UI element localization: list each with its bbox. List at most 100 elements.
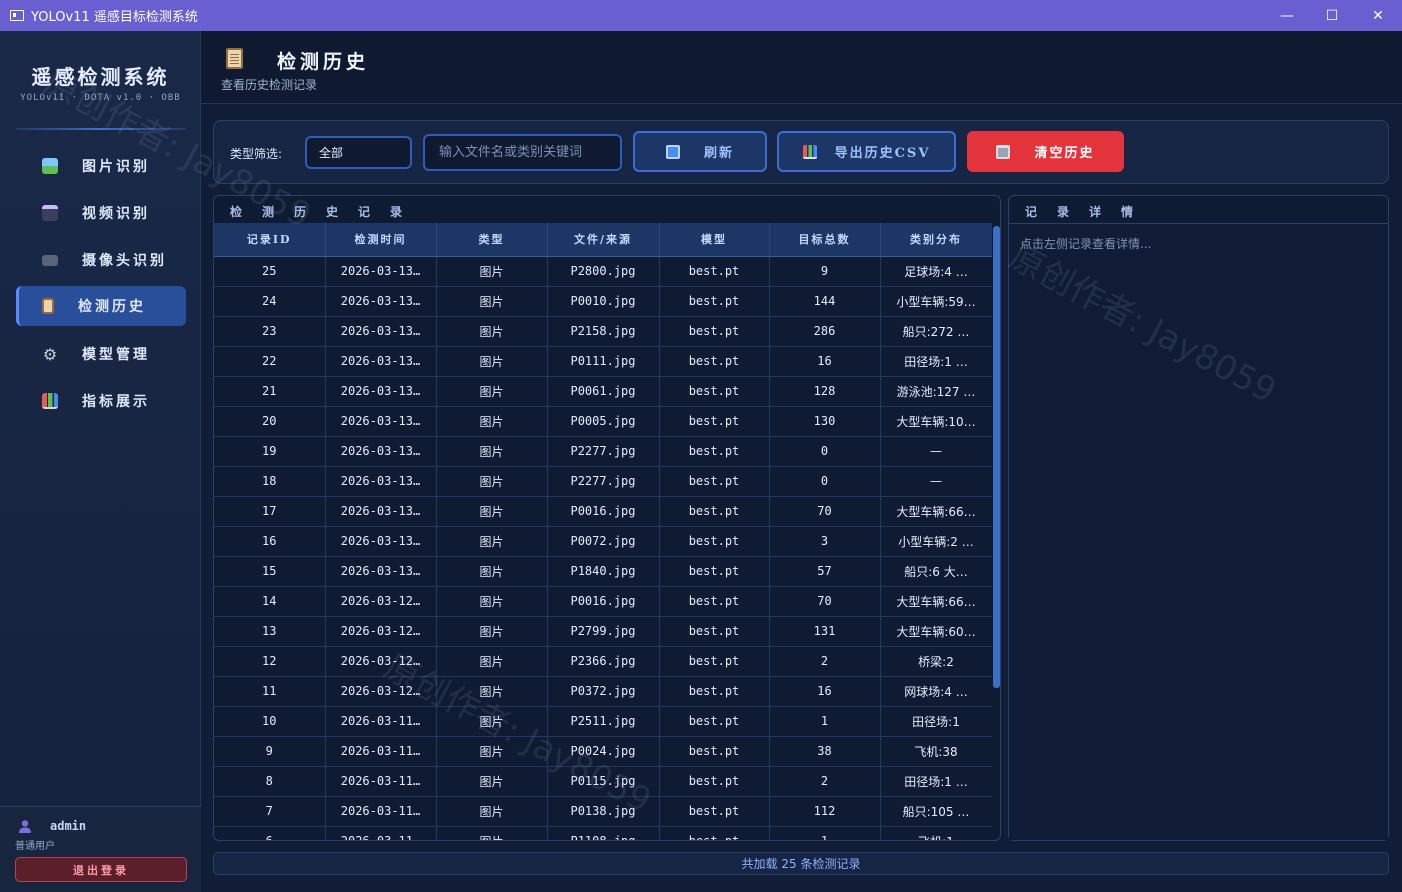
sidebar-item-metrics[interactable]: 指标展示 bbox=[16, 381, 186, 421]
column-header-total[interactable]: 目标总数 bbox=[769, 223, 881, 257]
table-row[interactable]: 15 2026-03-13… 图片 P1840.jpg best.pt 57 船只:6 大… bbox=[214, 556, 992, 587]
table-cell: best.pt bbox=[659, 796, 770, 827]
table-cell: 22 bbox=[214, 346, 326, 377]
maximize-button[interactable]: ☐ bbox=[1309, 0, 1355, 31]
brand-title: 遥感检测系统 bbox=[31, 65, 170, 89]
table-cell: 飞机:1 bbox=[880, 826, 992, 840]
table-row[interactable]: 24 2026-03-13… 图片 P0010.jpg best.pt 144 小型车辆:5… bbox=[214, 286, 992, 317]
image-icon bbox=[42, 158, 58, 174]
table-cell: P1840.jpg bbox=[547, 556, 660, 587]
table-cell: P2158.jpg bbox=[547, 316, 660, 347]
table-row[interactable]: 10 2026-03-11… 图片 P2511.jpg best.pt 1 田径场:1 bbox=[214, 706, 992, 737]
table-cell: 图片 bbox=[436, 676, 548, 707]
close-button[interactable]: ✕ bbox=[1355, 0, 1401, 31]
type-filter-select[interactable]: 全部 bbox=[305, 136, 412, 169]
table-row[interactable]: 7 2026-03-11… 图片 P0138.jpg best.pt 112 船只:105 … bbox=[214, 796, 992, 827]
column-header-model[interactable]: 模型 bbox=[659, 223, 770, 257]
table-row[interactable]: 20 2026-03-13… 图片 P0005.jpg best.pt 130 大型车辆:1… bbox=[214, 406, 992, 437]
table-scrollbar[interactable] bbox=[993, 226, 1000, 688]
table-row[interactable]: 18 2026-03-13… 图片 P2277.jpg best.pt 0— bbox=[214, 466, 992, 497]
table-row[interactable]: 8 2026-03-11… 图片 P0115.jpg best.pt 2 田径场:1 … bbox=[214, 766, 992, 797]
column-header-source[interactable]: 文件/来源 bbox=[547, 223, 660, 257]
table-cell: 130 bbox=[769, 406, 881, 437]
export-csv-button[interactable]: 导出历史CSV bbox=[777, 131, 956, 172]
table-row[interactable]: 23 2026-03-13… 图片 P2158.jpg best.pt 286 船只:272… bbox=[214, 316, 992, 347]
table-row[interactable]: 17 2026-03-13… 图片 P0016.jpg best.pt 70 大型车辆:66… bbox=[214, 496, 992, 527]
table-row[interactable]: 25 2026-03-13… 图片 P2800.jpg best.pt 9 足球场:4 … bbox=[214, 256, 992, 287]
refresh-button[interactable]: 刷新 bbox=[633, 131, 767, 172]
table-row[interactable]: 62026-03-11…图片P1108.jpgbest.pt1飞机:1 bbox=[214, 826, 992, 840]
table-cell: best.pt bbox=[659, 316, 770, 347]
table-row[interactable]: 16 2026-03-13… 图片 P0072.jpg best.pt 3 小型车辆:2 … bbox=[214, 526, 992, 557]
sidebar-item-camera-detect[interactable]: 摄像头识别 bbox=[16, 240, 186, 280]
sidebar-item-model-manage[interactable]: ⚙ 模型管理 bbox=[16, 334, 186, 374]
clear-history-button[interactable]: 清空历史 bbox=[967, 131, 1124, 172]
minimize-button[interactable]: — bbox=[1264, 0, 1310, 31]
table-cell: 70 bbox=[769, 586, 881, 617]
table-cell: best.pt bbox=[659, 706, 770, 737]
table-row[interactable]: 21 2026-03-13… 图片 P0061.jpg best.pt 128 游泳池:12… bbox=[214, 376, 992, 407]
table-cell: 2026-03-13… bbox=[325, 436, 437, 467]
table-row[interactable]: 11 2026-03-12… 图片 P0372.jpg best.pt 16 网球场:4 … bbox=[214, 676, 992, 707]
table-cell: 图片 bbox=[436, 766, 548, 797]
table-cell: 大型车辆:60… bbox=[880, 616, 992, 647]
sidebar: 遥感检测系统 YOLOv11 · DOTA v1.0 · OBB 图片识别 视频… bbox=[0, 31, 201, 892]
table-cell: 船只:6 大… bbox=[880, 556, 992, 587]
table-cell: 2026-03-13… bbox=[325, 256, 437, 287]
table-cell: 21 bbox=[214, 376, 326, 407]
table-row[interactable]: 9 2026-03-11… 图片 P0024.jpg best.pt 38 飞机:38 bbox=[214, 736, 992, 767]
table-cell: 大型车辆:66… bbox=[880, 496, 992, 527]
table-cell: P2799.jpg bbox=[547, 616, 660, 647]
page-header: 检测历史 查看历史检测记录 bbox=[201, 31, 1402, 104]
table-cell: 38 bbox=[769, 736, 881, 767]
clipboard-icon bbox=[226, 48, 243, 69]
table-cell: best.pt bbox=[659, 496, 770, 527]
table-cell: P2511.jpg bbox=[547, 706, 660, 737]
window-titlebar: YOLOv11 遥感目标检测系统 — ☐ ✕ bbox=[0, 0, 1402, 31]
table-cell: best.pt bbox=[659, 736, 770, 767]
table-cell: 286 bbox=[769, 316, 881, 347]
trash-icon bbox=[996, 144, 1011, 159]
table-cell: 10 bbox=[214, 706, 326, 737]
table-cell: P0005.jpg bbox=[547, 406, 660, 437]
table-cell: P2277.jpg bbox=[547, 466, 660, 497]
table-cell: best.pt bbox=[659, 826, 770, 840]
table-row[interactable]: 22 2026-03-13… 图片 P0111.jpg best.pt 16 田径场:1 … bbox=[214, 346, 992, 377]
table-cell: 2026-03-12… bbox=[325, 676, 437, 707]
history-table-scroll[interactable]: 记录ID 检测时间 类型 文件/来源 模型 目标总数 类别分布 25 2026-0… bbox=[214, 223, 992, 840]
type-filter-label: 类型筛选: bbox=[230, 147, 283, 161]
sidebar-item-history[interactable]: 检测历史 bbox=[16, 286, 186, 326]
table-cell: 9 bbox=[769, 256, 881, 287]
column-header-type[interactable]: 类型 bbox=[436, 223, 548, 257]
status-bar: 共加载 25 条检测记录 bbox=[213, 852, 1389, 875]
table-cell: 图片 bbox=[436, 526, 548, 557]
table-row[interactable]: 13 2026-03-12… 图片 P2799.jpg best.pt 131 大型车辆:6… bbox=[214, 616, 992, 647]
table-cell: 网球场:4 … bbox=[880, 676, 992, 707]
table-cell: 2026-03-13… bbox=[325, 526, 437, 557]
table-cell: 0 bbox=[769, 466, 881, 497]
table-cell: 16 bbox=[769, 346, 881, 377]
column-header-distribution[interactable]: 类别分布 bbox=[880, 223, 992, 257]
table-cell: 57 bbox=[769, 556, 881, 587]
table-cell: 2026-03-13… bbox=[325, 496, 437, 527]
table-cell: P2366.jpg bbox=[547, 646, 660, 677]
app-window-icon bbox=[10, 10, 24, 21]
column-header-id[interactable]: 记录ID bbox=[214, 223, 326, 257]
sidebar-item-label: 指标展示 bbox=[82, 394, 150, 410]
table-cell: best.pt bbox=[659, 466, 770, 497]
search-input[interactable] bbox=[423, 134, 622, 171]
table-cell: 19 bbox=[214, 436, 326, 467]
table-row[interactable]: 12 2026-03-12… 图片 P2366.jpg best.pt 2 桥梁:2 bbox=[214, 646, 992, 677]
sidebar-item-video-detect[interactable]: 视频识别 bbox=[16, 193, 186, 233]
table-cell: best.pt bbox=[659, 286, 770, 317]
column-header-time[interactable]: 检测时间 bbox=[325, 223, 437, 257]
logout-button[interactable]: 退出登录 bbox=[15, 857, 187, 882]
sidebar-item-image-detect[interactable]: 图片识别 bbox=[16, 146, 186, 186]
table-row[interactable]: 19 2026-03-13… 图片 P2277.jpg best.pt 0— bbox=[214, 436, 992, 467]
table-cell: 飞机:38 bbox=[880, 736, 992, 767]
table-cell: 15 bbox=[214, 556, 326, 587]
table-cell: 图片 bbox=[436, 826, 548, 840]
table-cell: 图片 bbox=[436, 316, 548, 347]
table-row[interactable]: 14 2026-03-12… 图片 P0016.jpg best.pt 70 大型车辆:66… bbox=[214, 586, 992, 617]
table-cell: 7 bbox=[214, 796, 326, 827]
